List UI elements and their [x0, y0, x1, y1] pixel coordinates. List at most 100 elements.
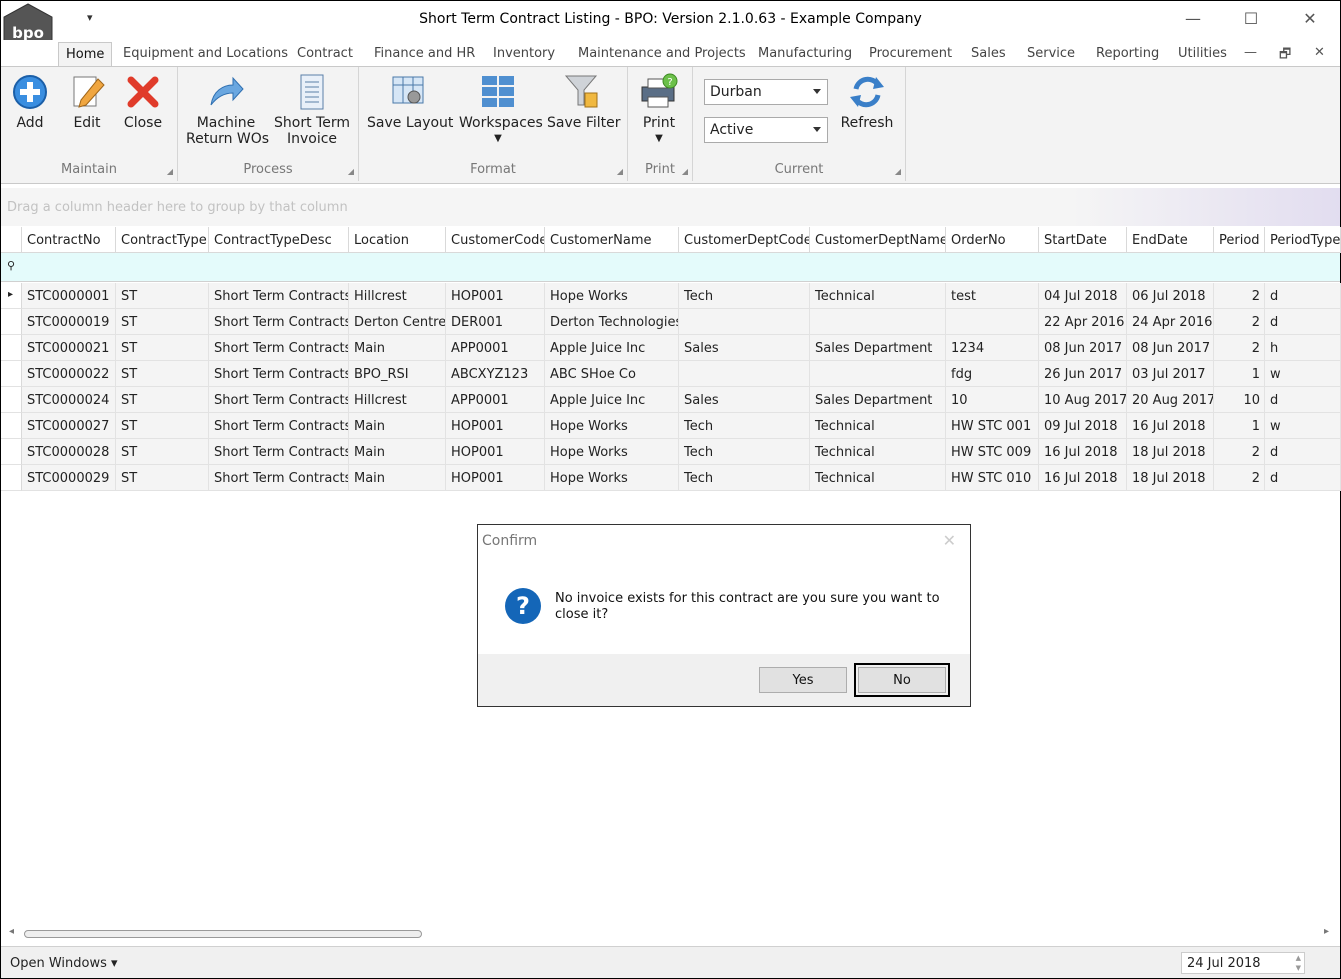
tab-service[interactable]: Service: [1027, 46, 1075, 61]
table-cell[interactable]: 1234: [946, 335, 1039, 361]
table-cell[interactable]: 08 Jun 2017: [1127, 335, 1214, 361]
table-cell[interactable]: 24 Apr 2016: [1127, 309, 1214, 335]
table-cell[interactable]: Apple Juice Inc: [545, 335, 679, 361]
table-cell[interactable]: 10: [946, 387, 1039, 413]
table-cell[interactable]: 10: [1214, 387, 1265, 413]
table-cell[interactable]: HW STC 009: [946, 439, 1039, 465]
print-dropdown-button[interactable]: ? Print ▼: [638, 73, 680, 147]
table-cell[interactable]: 2: [1214, 309, 1265, 335]
table-cell[interactable]: ST: [116, 361, 209, 387]
mdi-minimize-button[interactable]: —: [1244, 45, 1257, 60]
filter-row[interactable]: ⚲: [1, 253, 1340, 282]
tab-home[interactable]: Home: [58, 42, 113, 66]
table-cell[interactable]: h: [1265, 335, 1341, 361]
date-spinner[interactable]: 24 Jul 2018 ▲ ▼: [1181, 952, 1305, 974]
table-cell[interactable]: 03 Jul 2017: [1127, 361, 1214, 387]
table-cell[interactable]: ST: [116, 283, 209, 309]
column-header-periodtype[interactable]: PeriodType: [1265, 227, 1341, 253]
table-cell[interactable]: [810, 361, 946, 387]
table-cell[interactable]: 20 Aug 2017: [1127, 387, 1214, 413]
table-cell[interactable]: Derton Technologies: [545, 309, 679, 335]
table-cell[interactable]: HW STC 001: [946, 413, 1039, 439]
table-cell[interactable]: Hillcrest: [349, 387, 446, 413]
column-header-startdate[interactable]: StartDate: [1039, 227, 1127, 253]
table-cell[interactable]: d: [1265, 439, 1341, 465]
table-cell[interactable]: Main: [349, 465, 446, 491]
table-cell[interactable]: Short Term Contracts: [209, 335, 349, 361]
table-cell[interactable]: 1: [1214, 361, 1265, 387]
table-cell[interactable]: HOP001: [446, 413, 545, 439]
close-window-button[interactable]: ✕: [1295, 9, 1325, 28]
table-cell[interactable]: 18 Jul 2018: [1127, 465, 1214, 491]
table-cell[interactable]: 10 Aug 2017: [1039, 387, 1127, 413]
table-cell[interactable]: STC0000024: [22, 387, 116, 413]
table-cell[interactable]: 09 Jul 2018: [1039, 413, 1127, 439]
table-cell[interactable]: 2: [1214, 465, 1265, 491]
table-cell[interactable]: Hope Works: [545, 439, 679, 465]
status-select[interactable]: Active: [704, 117, 828, 143]
mdi-close-button[interactable]: ✕: [1314, 45, 1325, 60]
table-cell[interactable]: Hillcrest: [349, 283, 446, 309]
column-header-customerdeptcode[interactable]: CustomerDeptCode: [679, 227, 810, 253]
table-cell[interactable]: fdg: [946, 361, 1039, 387]
table-cell[interactable]: test: [946, 283, 1039, 309]
open-windows-button[interactable]: Open Windows ▾: [10, 956, 118, 971]
table-cell[interactable]: BPO_RSI: [349, 361, 446, 387]
table-cell[interactable]: APP0001: [446, 335, 545, 361]
row-indicator[interactable]: [1, 361, 22, 387]
table-cell[interactable]: Tech: [679, 465, 810, 491]
column-header-period[interactable]: Period: [1214, 227, 1265, 253]
table-cell[interactable]: Hope Works: [545, 283, 679, 309]
table-cell[interactable]: Tech: [679, 283, 810, 309]
table-cell[interactable]: Main: [349, 439, 446, 465]
table-cell[interactable]: 26 Jun 2017: [1039, 361, 1127, 387]
table-cell[interactable]: Short Term Contracts: [209, 465, 349, 491]
tab-procurement[interactable]: Procurement: [869, 46, 952, 61]
column-header-contractno[interactable]: ContractNo: [22, 227, 116, 253]
table-cell[interactable]: Technical: [810, 283, 946, 309]
save-filter-button[interactable]: Save Filter: [547, 73, 621, 131]
table-cell[interactable]: Sales Department: [810, 335, 946, 361]
scroll-right-icon[interactable]: ▸: [1324, 926, 1329, 937]
table-cell[interactable]: d: [1265, 465, 1341, 491]
table-cell[interactable]: [679, 309, 810, 335]
yes-button[interactable]: Yes: [759, 667, 847, 693]
table-cell[interactable]: w: [1265, 413, 1341, 439]
row-indicator[interactable]: [1, 387, 22, 413]
group-launcher-icon[interactable]: ◢: [617, 167, 623, 176]
workspaces-dropdown-button[interactable]: Workspaces ▼: [459, 73, 543, 147]
table-cell[interactable]: Sales: [679, 387, 810, 413]
table-cell[interactable]: STC0000019: [22, 309, 116, 335]
table-cell[interactable]: Short Term Contracts: [209, 309, 349, 335]
table-cell[interactable]: Main: [349, 335, 446, 361]
table-cell[interactable]: Technical: [810, 465, 946, 491]
branch-select[interactable]: Durban: [704, 79, 828, 105]
table-cell[interactable]: Hope Works: [545, 465, 679, 491]
tab-sales[interactable]: Sales: [971, 46, 1006, 61]
row-indicator[interactable]: [1, 309, 22, 335]
tab-manufacturing[interactable]: Manufacturing: [758, 46, 852, 61]
table-cell[interactable]: 2: [1214, 283, 1265, 309]
table-cell[interactable]: 06 Jul 2018: [1127, 283, 1214, 309]
table-cell[interactable]: Short Term Contracts: [209, 439, 349, 465]
table-cell[interactable]: [810, 309, 946, 335]
table-cell[interactable]: STC0000028: [22, 439, 116, 465]
column-header-contracttype[interactable]: ContractType: [116, 227, 209, 253]
table-cell[interactable]: w: [1265, 361, 1341, 387]
table-cell[interactable]: Tech: [679, 439, 810, 465]
table-cell[interactable]: ABC SHoe Co: [545, 361, 679, 387]
group-by-panel[interactable]: Drag a column header here to group by th…: [1, 188, 1340, 226]
table-cell[interactable]: APP0001: [446, 387, 545, 413]
table-cell[interactable]: 08 Jun 2017: [1039, 335, 1127, 361]
column-header-orderno[interactable]: OrderNo: [946, 227, 1039, 253]
dialog-close-icon[interactable]: ✕: [943, 531, 956, 550]
table-cell[interactable]: HOP001: [446, 283, 545, 309]
save-layout-button[interactable]: Save Layout: [367, 73, 453, 131]
table-cell[interactable]: Tech: [679, 413, 810, 439]
table-cell[interactable]: Short Term Contracts: [209, 283, 349, 309]
table-cell[interactable]: ST: [116, 309, 209, 335]
row-indicator[interactable]: [1, 335, 22, 361]
table-cell[interactable]: Short Term Contracts: [209, 361, 349, 387]
table-cell[interactable]: ABCXYZ123: [446, 361, 545, 387]
table-cell[interactable]: 16 Jul 2018: [1127, 413, 1214, 439]
